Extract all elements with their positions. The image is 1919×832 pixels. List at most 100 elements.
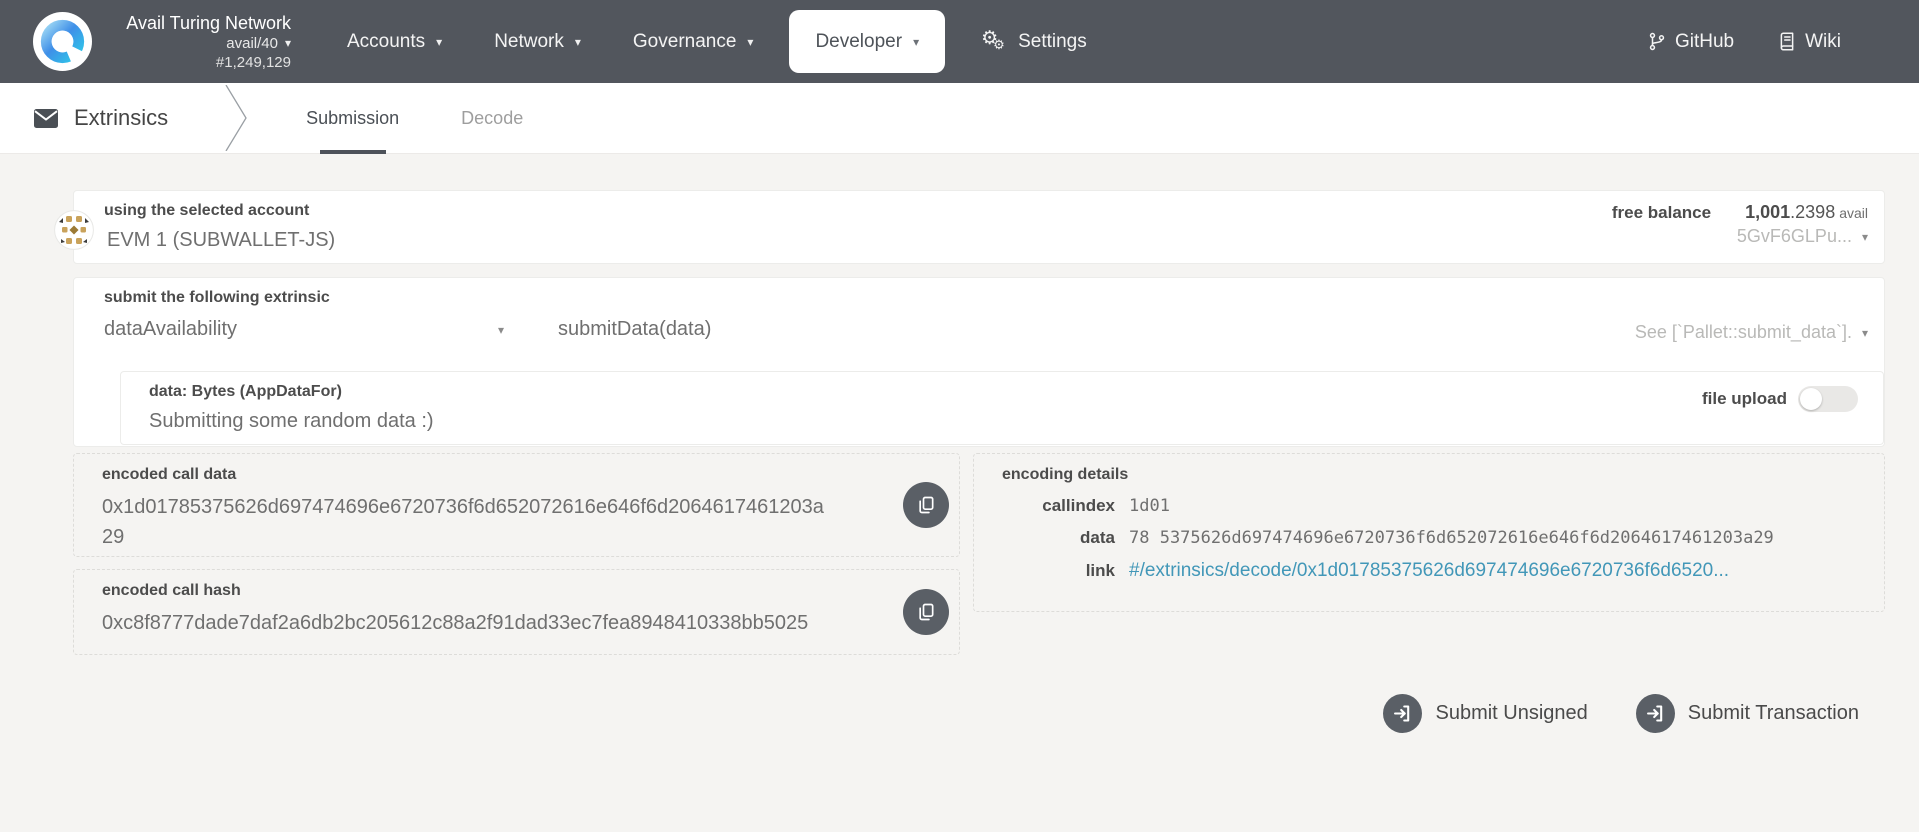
data-param-label: data: Bytes (AppDataFor) bbox=[149, 383, 342, 400]
tab-bar: Extrinsics Submission Decode bbox=[0, 83, 1919, 154]
menu-settings-label: Settings bbox=[1018, 30, 1087, 52]
copy-icon bbox=[919, 603, 934, 621]
envelope-icon bbox=[34, 108, 58, 128]
menu-accounts[interactable]: Accounts ▾ bbox=[321, 0, 468, 83]
method-doc: See [`Pallet::submit_data`]. ▾ bbox=[1635, 322, 1868, 343]
encoded-call-hash-label: encoded call hash bbox=[102, 582, 241, 599]
gears-icon: ⚙ ⚙ bbox=[981, 27, 1005, 52]
encoded-call-data-box: encoded call data 0x1d01785375626d697474… bbox=[73, 453, 960, 557]
account-balance-block: free balance 1,001.2398 avail 5GvF6GLPu..… bbox=[1612, 202, 1868, 247]
tab-decode-label: Decode bbox=[461, 107, 524, 128]
balance-fraction: .2398 bbox=[1790, 202, 1836, 222]
github-link[interactable]: GitHub bbox=[1648, 31, 1734, 53]
account-address: 5GvF6GLPu... bbox=[1736, 226, 1852, 246]
main-menu: Accounts ▾ Network ▾ Governance ▾ Develo… bbox=[321, 0, 1113, 83]
data-key: data bbox=[1080, 528, 1115, 547]
top-navbar: Avail Turing Network avail/40 ▾ #1,249,1… bbox=[0, 0, 1919, 83]
method-doc-text: See [`Pallet::submit_data`]. bbox=[1634, 322, 1852, 342]
data-param-box: data: Bytes (AppDataFor) Submitting some… bbox=[120, 371, 1884, 445]
active-tab-underline bbox=[319, 149, 386, 154]
encoded-call-hash-value: 0xc8f8777dade7daf2a6db2bc205612c88a2f91d… bbox=[102, 612, 809, 634]
app-root: Avail Turing Network avail/40 ▾ #1,249,1… bbox=[0, 0, 1919, 832]
menu-accounts-label: Accounts bbox=[347, 30, 426, 52]
avail-logo-icon bbox=[33, 12, 92, 71]
decode-link[interactable]: #/extrinsics/decode/0x1d01785375626d6974… bbox=[1129, 560, 1729, 582]
chevron-down-icon: ▾ bbox=[574, 34, 581, 49]
account-section-label: using the selected account bbox=[104, 202, 310, 219]
encoding-details-box: encoding details callindex 1d01 data 78 … bbox=[973, 453, 1885, 612]
chevron-down-icon: ▾ bbox=[913, 34, 920, 49]
chain-spec-label: avail/40 bbox=[226, 34, 278, 52]
data-row: data 78 5375626d697474696e6720736f6d6520… bbox=[974, 528, 1864, 548]
extrinsic-section: submit the following extrinsic dataAvail… bbox=[73, 277, 1885, 447]
submit-unsigned-button[interactable]: Submit Unsigned bbox=[1383, 694, 1588, 733]
free-balance-value: 1,001.2398 avail bbox=[1745, 202, 1868, 223]
data-value: 78 5375626d697474696e6720736f6d652072616… bbox=[1129, 528, 1774, 548]
breadcrumb-chevron bbox=[225, 85, 247, 151]
network-selector[interactable]: Avail Turing Network avail/40 ▾ #1,249,1… bbox=[0, 12, 291, 72]
copy-call-hash-button[interactable] bbox=[903, 589, 949, 635]
block-number: #1,249,129 bbox=[215, 53, 291, 71]
tab-decode[interactable]: Decode bbox=[461, 83, 523, 154]
account-address-dropdown[interactable]: 5GvF6GLPu... ▾ bbox=[1737, 226, 1868, 247]
balance-unit: avail bbox=[1839, 205, 1868, 221]
wiki-link[interactable]: Wiki bbox=[1778, 31, 1841, 53]
method-select[interactable]: submitData(data) bbox=[558, 318, 711, 341]
link-row: link #/extrinsics/decode/0x1d01785375626… bbox=[974, 560, 1864, 582]
encoded-call-hash-box: encoded call hash 0xc8f8777dade7daf2a6db… bbox=[73, 569, 960, 655]
link-key: link bbox=[1085, 561, 1115, 580]
code-branch-icon bbox=[1649, 32, 1665, 51]
chevron-down-icon: ▾ bbox=[747, 34, 754, 49]
callindex-key: callindex bbox=[1042, 496, 1115, 515]
toggle-knob bbox=[1800, 388, 1822, 410]
menu-network-label: Network bbox=[494, 30, 564, 52]
menu-network[interactable]: Network ▾ bbox=[468, 0, 607, 83]
menu-governance-label: Governance bbox=[632, 30, 737, 52]
book-icon bbox=[1780, 32, 1794, 51]
sign-in-icon bbox=[1635, 694, 1675, 733]
encoded-call-data-label: encoded call data bbox=[102, 466, 237, 483]
pallet-select-value: dataAvailability bbox=[104, 318, 238, 340]
file-upload-control: file upload bbox=[1702, 386, 1858, 412]
submit-transaction-button[interactable]: Submit Transaction bbox=[1635, 694, 1859, 733]
external-links: GitHub Wiki bbox=[1648, 31, 1919, 53]
tab-submission[interactable]: Submission bbox=[306, 83, 399, 154]
menu-governance[interactable]: Governance ▾ bbox=[607, 0, 780, 83]
section-head: Extrinsics bbox=[33, 105, 168, 131]
file-upload-toggle[interactable] bbox=[1798, 386, 1858, 412]
encoding-details-label: encoding details bbox=[1002, 466, 1129, 483]
menu-developer-label: Developer bbox=[815, 30, 903, 52]
chevron-down-icon: ▾ bbox=[284, 36, 291, 50]
sign-in-icon bbox=[1383, 694, 1423, 733]
menu-developer[interactable]: Developer ▾ bbox=[789, 10, 946, 73]
chevron-down-icon: ▾ bbox=[497, 322, 504, 337]
section-title: Extrinsics bbox=[74, 105, 169, 130]
chevron-down-icon[interactable]: ▾ bbox=[1862, 327, 1868, 339]
extrinsic-section-label: submit the following extrinsic bbox=[104, 289, 330, 306]
copy-icon bbox=[919, 496, 934, 514]
tab-submission-label: Submission bbox=[306, 107, 400, 128]
chevron-down-icon: ▾ bbox=[436, 34, 443, 49]
chevron-down-icon: ▾ bbox=[1861, 229, 1868, 244]
chain-spec[interactable]: avail/40 ▾ bbox=[226, 34, 291, 53]
encoding-details-rows: callindex 1d01 data 78 5375626d697474696… bbox=[974, 496, 1864, 594]
menu-settings[interactable]: ⚙ ⚙ Settings bbox=[955, 0, 1113, 83]
encoded-call-data-value: 0x1d01785375626d697474696e6720736f6d6520… bbox=[102, 496, 824, 548]
data-param-input[interactable]: Submitting some random data :) bbox=[149, 410, 434, 433]
pallet-select[interactable]: dataAvailability ▾ bbox=[104, 318, 504, 341]
balance-integer: 1,001 bbox=[1745, 202, 1791, 222]
copy-call-data-button[interactable] bbox=[903, 482, 949, 528]
network-info: Avail Turing Network avail/40 ▾ #1,249,1… bbox=[109, 12, 291, 72]
submit-unsigned-label: Submit Unsigned bbox=[1435, 702, 1588, 724]
wiki-label: Wiki bbox=[1805, 30, 1841, 52]
callindex-row: callindex 1d01 bbox=[974, 496, 1864, 516]
free-balance-label: free balance bbox=[1611, 203, 1712, 222]
free-balance-row: free balance 1,001.2398 avail bbox=[1612, 202, 1868, 223]
tabs: Submission Decode bbox=[306, 83, 523, 154]
account-select[interactable]: EVM 1 (SUBWALLET-JS) bbox=[107, 229, 335, 252]
callindex-value: 1d01 bbox=[1129, 496, 1170, 516]
account-identicon bbox=[54, 210, 94, 250]
file-upload-label: file upload bbox=[1702, 389, 1787, 408]
account-section: using the selected account EVM 1 (SUBWAL… bbox=[73, 190, 1885, 264]
submit-transaction-label: Submit Transaction bbox=[1687, 702, 1859, 724]
